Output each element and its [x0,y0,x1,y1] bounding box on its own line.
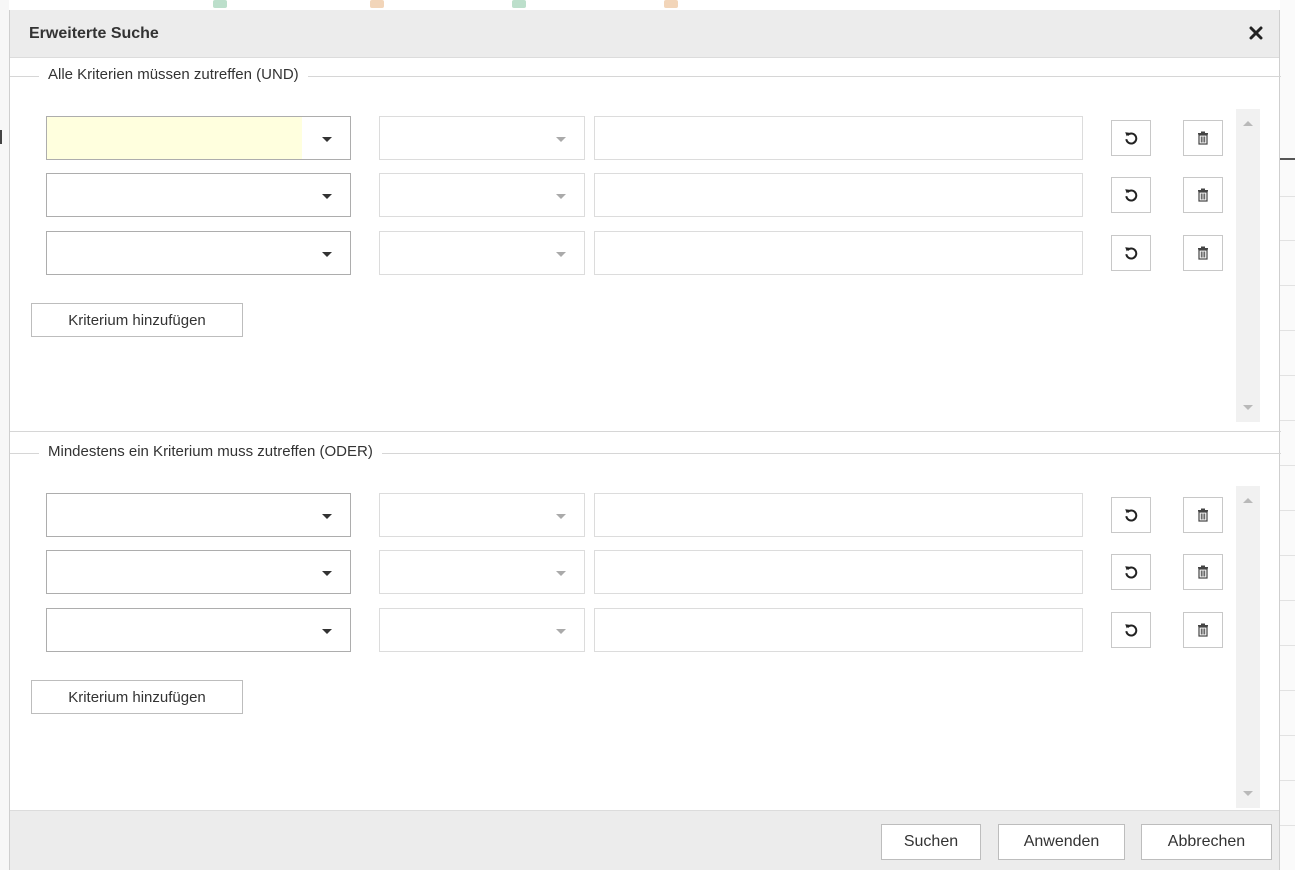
criterion-row [10,608,1279,652]
trash-icon [1198,131,1208,145]
trash-icon [1198,246,1208,260]
value-input[interactable] [594,608,1083,652]
or-section-legend: Mindestens ein Kriterium muss zutreffen … [39,443,382,460]
operator-select[interactable] [379,608,585,652]
section-divider [10,431,1281,432]
operator-select[interactable] [379,173,585,217]
and-section-legend: Alle Kriterien müssen zutreffen (UND) [39,66,308,83]
undo-icon [1125,247,1138,260]
field-select[interactable] [46,608,351,652]
apply-button[interactable]: Anwenden [998,824,1125,860]
reset-button[interactable] [1111,612,1151,648]
operator-select[interactable] [379,493,585,537]
background-table-edge [1280,0,1295,870]
arrow-up-icon[interactable] [1243,121,1253,126]
and-criteria-section: Alle Kriterien müssen zutreffen (UND) Kr… [10,66,1281,431]
arrow-up-icon[interactable] [1243,498,1253,503]
field-select[interactable] [46,231,351,275]
background-toolbar-remnant [0,0,1295,10]
operator-select[interactable] [379,231,585,275]
reset-button[interactable] [1111,177,1151,213]
chevron-down-icon [556,194,566,199]
trash-icon [1198,565,1208,579]
field-select[interactable] [46,116,351,160]
criterion-row [10,231,1279,275]
criterion-row [10,116,1279,160]
field-select[interactable] [46,493,351,537]
undo-icon [1125,566,1138,579]
operator-select[interactable] [379,116,585,160]
value-input[interactable] [594,116,1083,160]
delete-button[interactable] [1183,554,1223,590]
criterion-row [10,550,1279,594]
add-criterion-button[interactable]: Kriterium hinzufügen [31,303,243,337]
chevron-down-icon [322,137,332,142]
advanced-search-dialog: Erweiterte Suche Alle Kriterien müssen z… [9,10,1281,870]
delete-button[interactable] [1183,612,1223,648]
chevron-down-icon [556,252,566,257]
reset-button[interactable] [1111,235,1151,271]
reset-button[interactable] [1111,554,1151,590]
value-input[interactable] [594,173,1083,217]
or-criteria-section: Mindestens ein Kriterium muss zutreffen … [10,443,1281,808]
undo-icon [1125,509,1138,522]
or-section-scrollbar[interactable] [1236,486,1260,808]
chevron-down-icon [322,194,332,199]
arrow-down-icon[interactable] [1243,405,1253,410]
delete-button[interactable] [1183,235,1223,271]
operator-select[interactable] [379,550,585,594]
add-criterion-button[interactable]: Kriterium hinzufügen [31,680,243,714]
chevron-down-icon [322,629,332,634]
chevron-down-icon [322,252,332,257]
dialog-title: Erweiterte Suche [29,25,159,42]
undo-icon [1125,132,1138,145]
chevron-down-icon [322,571,332,576]
delete-button[interactable] [1183,177,1223,213]
chevron-down-icon [556,137,566,142]
trash-icon [1198,188,1208,202]
chevron-down-icon [556,514,566,519]
undo-icon [1125,624,1138,637]
delete-button[interactable] [1183,120,1223,156]
cancel-button[interactable]: Abbrechen [1141,824,1272,860]
value-input[interactable] [594,231,1083,275]
criterion-row [10,173,1279,217]
search-button[interactable]: Suchen [881,824,981,860]
background-left-edge [0,0,9,870]
undo-icon [1125,189,1138,202]
chevron-down-icon [556,629,566,634]
criterion-row [10,493,1279,537]
reset-button[interactable] [1111,497,1151,533]
trash-icon [1198,508,1208,522]
value-input[interactable] [594,493,1083,537]
chevron-down-icon [556,571,566,576]
dialog-footer: Suchen Anwenden Abbrechen [10,810,1279,870]
delete-button[interactable] [1183,497,1223,533]
trash-icon [1198,623,1208,637]
chevron-down-icon [322,514,332,519]
field-select[interactable] [46,173,351,217]
field-select[interactable] [46,550,351,594]
and-section-scrollbar[interactable] [1236,109,1260,422]
close-icon[interactable] [1245,22,1267,44]
reset-button[interactable] [1111,120,1151,156]
dialog-titlebar: Erweiterte Suche [10,10,1279,58]
arrow-down-icon[interactable] [1243,791,1253,796]
value-input[interactable] [594,550,1083,594]
